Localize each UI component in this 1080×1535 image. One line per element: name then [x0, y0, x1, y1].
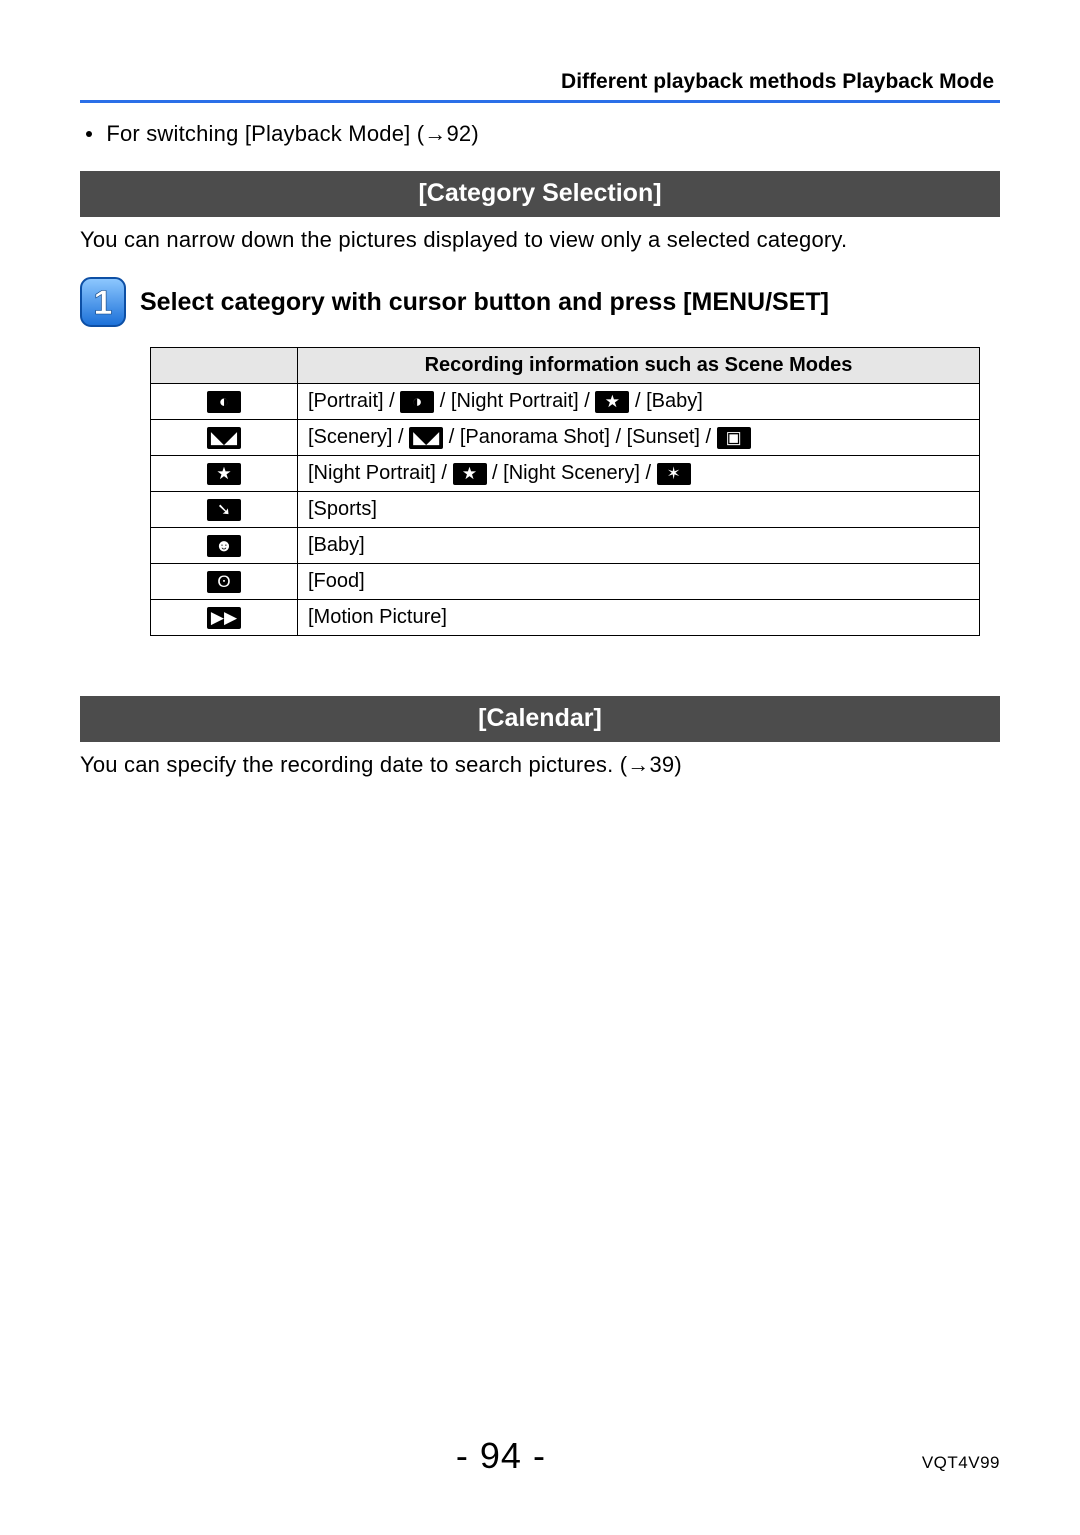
category-icon-cell: ☻: [151, 528, 298, 564]
category-desc-cell: [Portrait] / ◑ / [Night Portrait] / ★ / …: [298, 384, 980, 420]
page-number: - 94 -: [80, 1435, 922, 1477]
category-desc-cell: [Food]: [298, 564, 980, 600]
scenery-icon: ◣◢: [207, 427, 241, 449]
table-row: ◐ [Portrait] / ◑ / [Night Portrait] / ★ /…: [151, 384, 980, 420]
category-desc-cell: [Motion Picture]: [298, 600, 980, 636]
category-desc-cell: [Night Portrait] / ★ / [Night Scenery] /…: [298, 456, 980, 492]
category-icon-cell: ʘ: [151, 564, 298, 600]
bullet-dot: [86, 131, 92, 137]
table-header-desc: Recording information such as Scene Mode…: [298, 348, 980, 384]
table-row: ➘ [Sports]: [151, 492, 980, 528]
category-icon-cell: ★: [151, 456, 298, 492]
category-table: Recording information such as Scene Mode…: [150, 347, 980, 636]
table-row: ★[Night Portrait] / ★ / [Night Scenery] …: [151, 456, 980, 492]
sports-icon: ➘: [207, 499, 241, 521]
switch-note-text: For switching [Playback Mode] (→92): [106, 121, 479, 146]
header-divider: [80, 100, 1000, 103]
category-icon-cell: ▶▶: [151, 600, 298, 636]
category-desc-cell: [Sports]: [298, 492, 980, 528]
category-icon-cell: ◐: [151, 384, 298, 420]
table-row: ☻ [Baby]: [151, 528, 980, 564]
step-1-badge: 1: [80, 277, 126, 327]
switch-note-line: For switching [Playback Mode] (→92): [86, 121, 1000, 147]
category-desc-cell: [Baby]: [298, 528, 980, 564]
section-calendar-title: [Calendar]: [80, 696, 1000, 742]
night-portrait-icon: ★: [207, 463, 241, 485]
step-1-title: Select category with cursor button and p…: [140, 288, 829, 317]
table-row: ▶▶ [Motion Picture]: [151, 600, 980, 636]
food-icon: ʘ: [207, 571, 241, 593]
hdr-portrait-icon: ★: [595, 391, 629, 413]
step-1-row: 1 Select category with cursor button and…: [80, 277, 1000, 327]
motion-picture-icon: ▶▶: [207, 607, 241, 629]
breadcrumb: Different playback methods Playback Mode: [80, 70, 1000, 94]
category-selection-desc: You can narrow down the pictures display…: [80, 227, 1000, 253]
category-icon-cell: ➘: [151, 492, 298, 528]
doc-code: VQT4V99: [922, 1453, 1000, 1473]
handheld-night-icon: ✶: [657, 463, 691, 485]
soft-portrait-icon: ◑: [400, 391, 434, 413]
category-desc-cell: [Scenery] / ◣◢ / [Panorama Shot] / [Suns…: [298, 420, 980, 456]
scenery-alt-icon: ◣◢: [409, 427, 443, 449]
table-row: ◣◢[Scenery] / ◣◢ / [Panorama Shot] / [Su…: [151, 420, 980, 456]
calendar-desc: You can specify the recording date to se…: [80, 752, 1000, 778]
svg-text:1: 1: [94, 284, 113, 322]
category-icon-cell: ◣◢: [151, 420, 298, 456]
baby-icon: ☻: [207, 535, 241, 557]
glass-icon: ▣: [717, 427, 751, 449]
night-portrait-alt-icon: ★: [453, 463, 487, 485]
section-category-selection-title: [Category Selection]: [80, 171, 1000, 217]
table-row: ʘ [Food]: [151, 564, 980, 600]
portrait-icon: ◐: [207, 391, 241, 413]
table-header-icon-col: [151, 348, 298, 384]
